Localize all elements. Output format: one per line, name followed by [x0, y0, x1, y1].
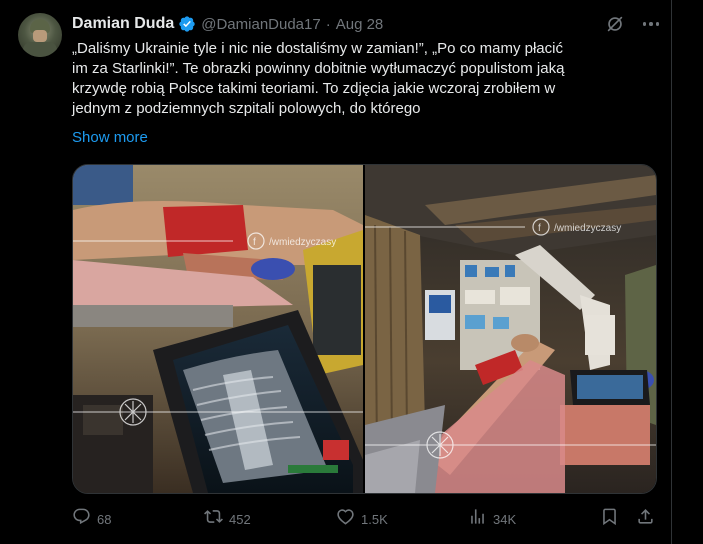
views-icon	[468, 507, 487, 531]
grok-icon[interactable]	[604, 13, 626, 35]
like-count: 1.5K	[361, 511, 388, 527]
media-grid: f /wmiedzyczasy f /wmiedzyczasy	[72, 164, 657, 494]
tweet-date[interactable]: Aug 28	[336, 16, 384, 33]
like-button[interactable]: 1.5K	[336, 508, 388, 530]
watermark-text: /wmiedzyczasy	[554, 223, 621, 234]
author-handle[interactable]: @DamianDuda17	[201, 16, 320, 33]
bookmark-button[interactable]	[600, 508, 619, 530]
tweet[interactable]: Damian Duda @DamianDuda17 · Aug 28 „Dali…	[0, 0, 671, 544]
watermark-text: /wmiedzyczasy	[269, 237, 336, 248]
separator-dot: ·	[325, 15, 331, 33]
show-more-link[interactable]: Show more	[72, 129, 148, 146]
bookmark-icon	[600, 507, 619, 531]
avatar-body	[23, 42, 57, 57]
reply-button[interactable]: 68	[72, 508, 111, 530]
tweet-header: Damian Duda @DamianDuda17 · Aug 28	[72, 14, 383, 34]
reply-count: 68	[97, 511, 112, 527]
repost-button[interactable]: 452	[204, 508, 251, 530]
verified-badge-icon[interactable]	[178, 15, 196, 33]
like-icon	[336, 507, 355, 531]
timeline-border	[671, 0, 672, 544]
share-button[interactable]	[636, 508, 655, 530]
photo-xray-tablet[interactable]: f /wmiedzyczasy	[73, 165, 363, 493]
svg-text:f: f	[538, 223, 541, 234]
more-dot	[649, 22, 653, 26]
tweet-text: „Daliśmy Ukrainie tyle i nic nie dostali…	[72, 40, 565, 117]
views-button[interactable]: 34K	[468, 508, 516, 530]
views-count: 34K	[493, 511, 517, 527]
svg-text:f: f	[253, 237, 256, 248]
tweet-actions: 68 452 1.5K 34K	[72, 508, 658, 530]
avatar[interactable]	[18, 13, 62, 57]
share-icon	[636, 507, 655, 531]
more-icon[interactable]	[637, 13, 665, 35]
avatar-face	[33, 30, 47, 42]
reply-icon	[72, 507, 91, 531]
photo-field-hospital[interactable]: f /wmiedzyczasy	[365, 165, 656, 493]
repost-icon	[204, 507, 223, 531]
more-dot	[655, 22, 660, 26]
repost-count: 452	[229, 511, 251, 527]
author-name[interactable]: Damian Duda	[72, 15, 174, 33]
more-dot	[642, 22, 647, 26]
